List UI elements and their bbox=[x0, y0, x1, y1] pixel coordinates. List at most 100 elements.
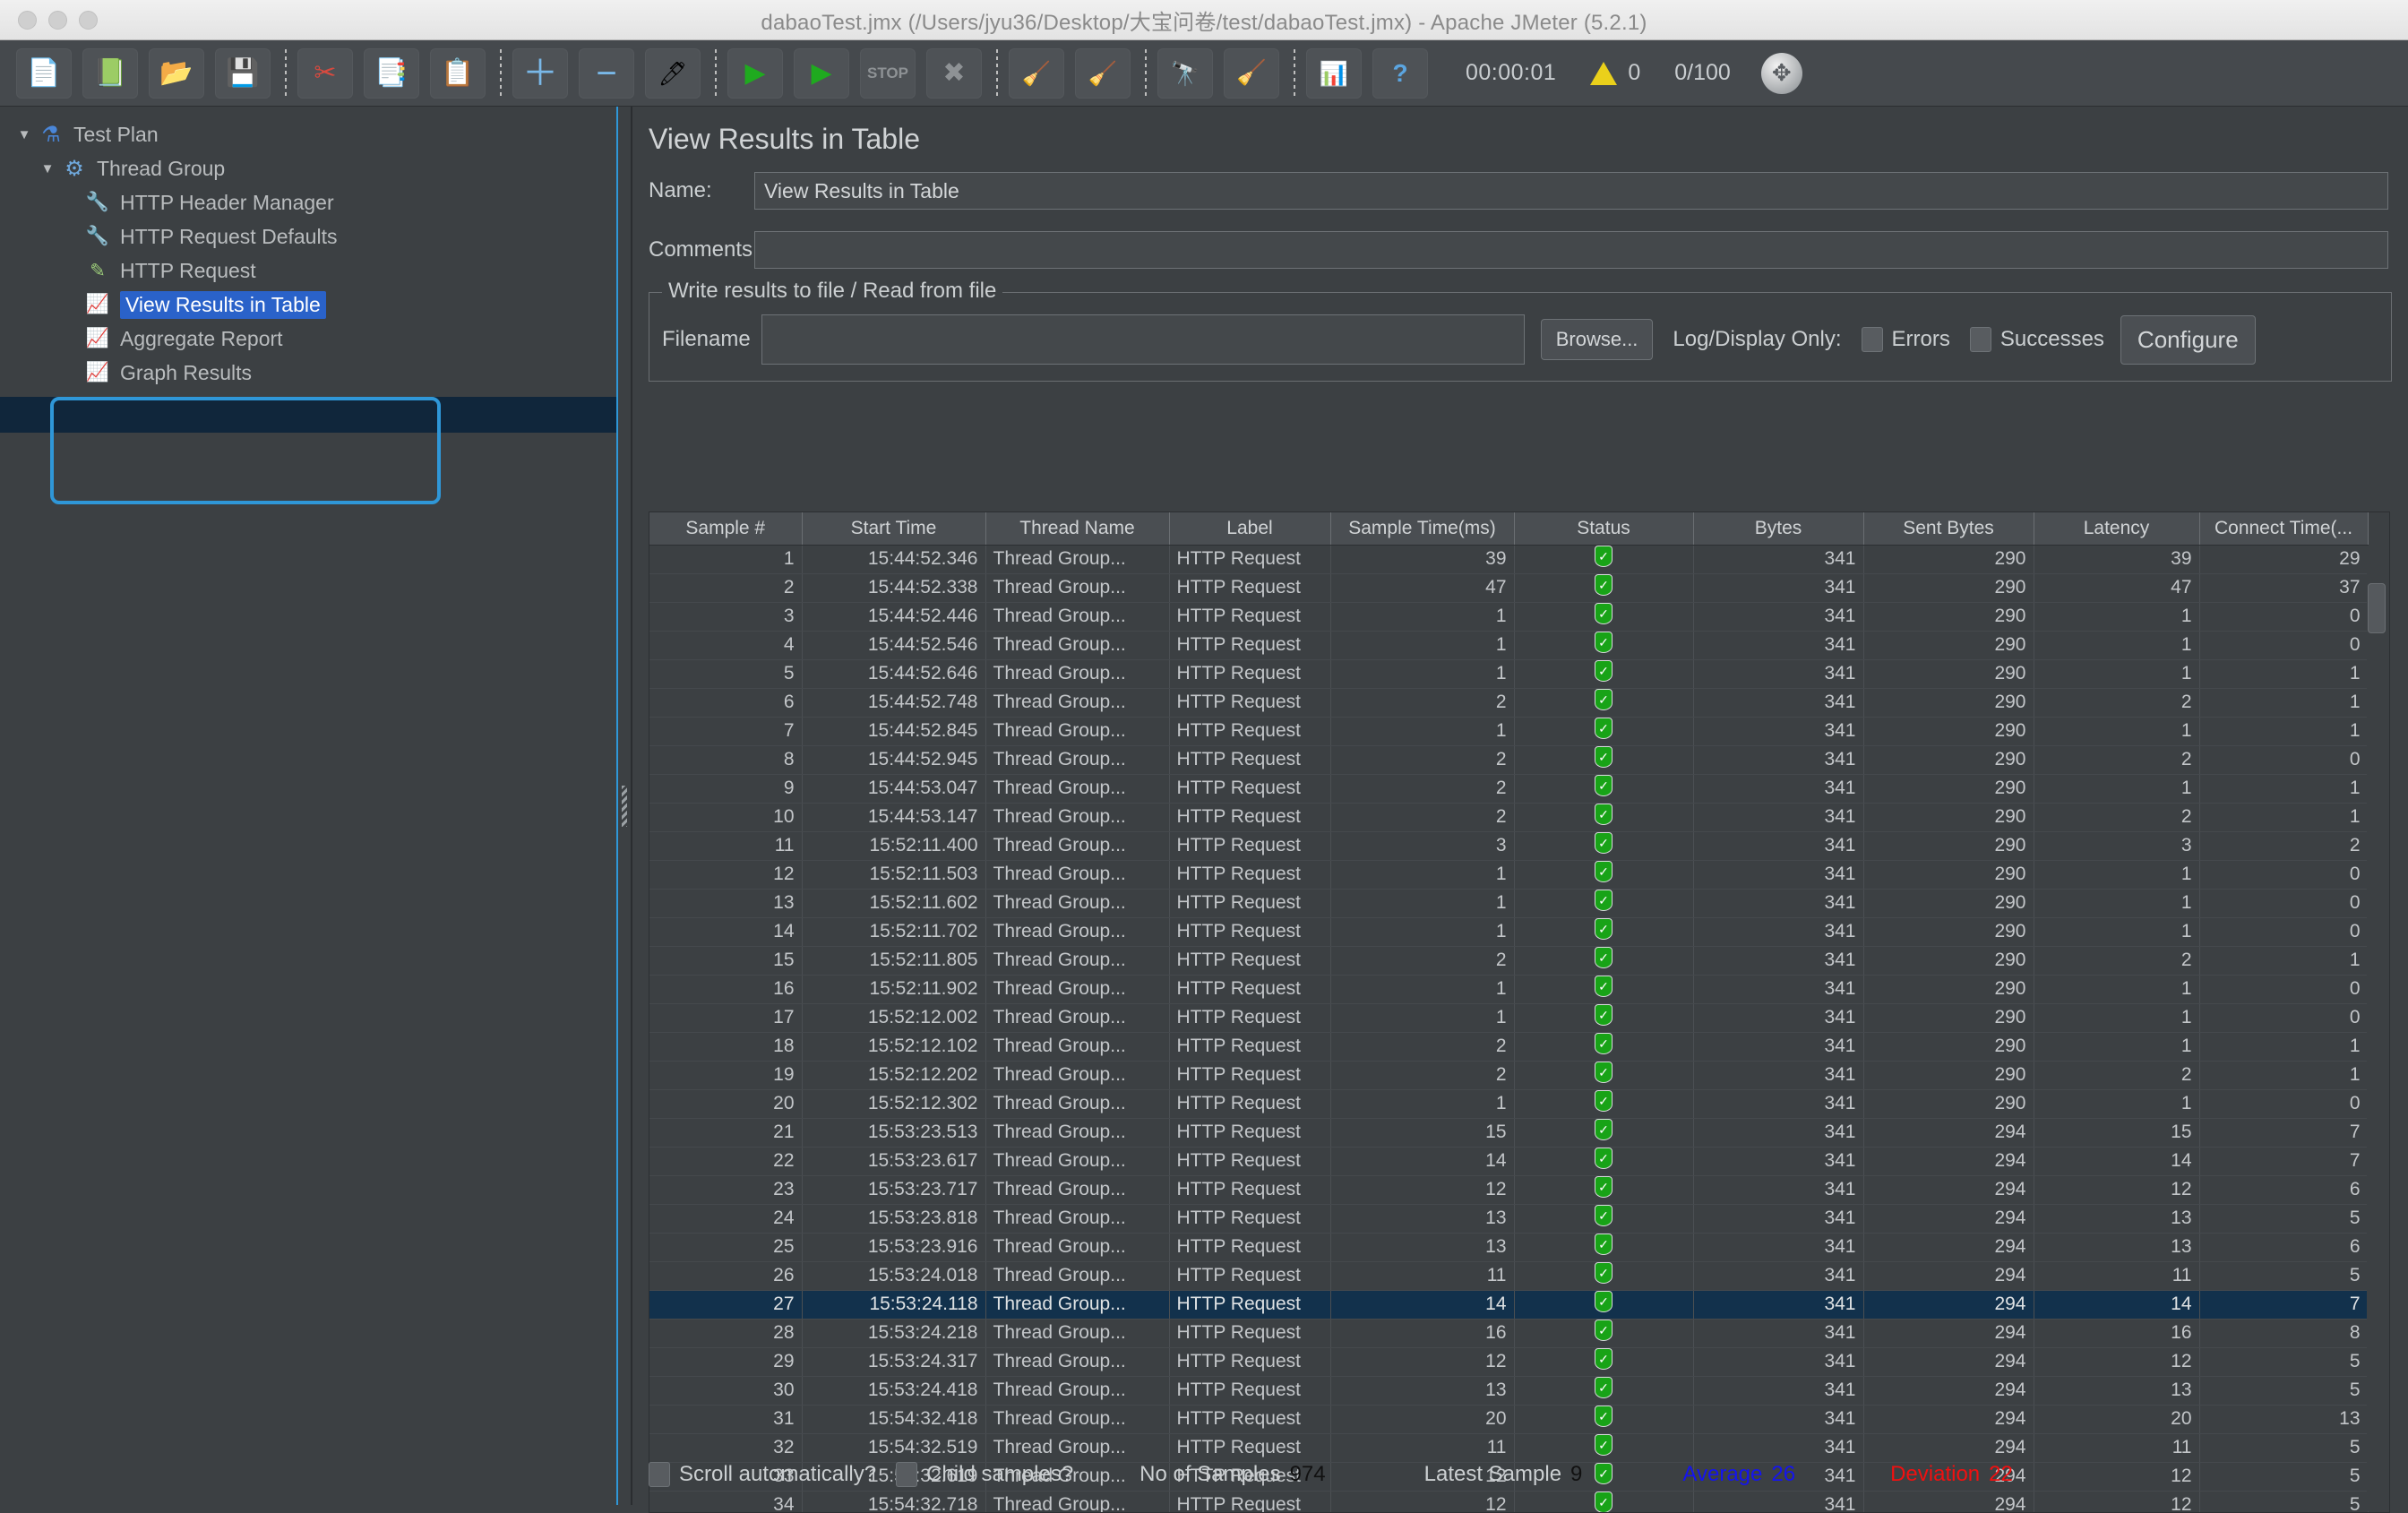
cell-label: HTTP Request bbox=[1169, 774, 1331, 804]
filename-input[interactable] bbox=[761, 314, 1525, 365]
table-row[interactable]: 20 15:52:12.302 Thread Group... HTTP Reques… bbox=[649, 1089, 2369, 1119]
tree-item-http-request-defaults[interactable]: 🔧 HTTP Request Defaults bbox=[0, 219, 616, 254]
open-button[interactable]: 📂 bbox=[149, 47, 204, 99]
results-table-scrollbar[interactable] bbox=[2367, 546, 2388, 1511]
table-row[interactable]: 24 15:53:23.818 Thread Group... HTTP Reques… bbox=[649, 1204, 2369, 1234]
comments-input[interactable] bbox=[754, 231, 2388, 269]
table-row[interactable]: 14 15:52:11.702 Thread Group... HTTP Reques… bbox=[649, 917, 2369, 947]
collapse-all-button[interactable]: − bbox=[579, 47, 634, 99]
table-row[interactable]: 13 15:52:11.602 Thread Group... HTTP Reques… bbox=[649, 889, 2369, 918]
tree-item-test-plan[interactable]: ▼ ⚗ Test Plan bbox=[0, 117, 616, 151]
tree-item-http-header-manager[interactable]: 🔧 HTTP Header Manager bbox=[0, 185, 616, 219]
expand-all-button[interactable]: ＋ bbox=[512, 47, 568, 99]
no-of-samples-value: 974 bbox=[1289, 1462, 1326, 1486]
new-test-plan-button[interactable]: 📄 bbox=[16, 47, 72, 99]
errors-checkbox[interactable] bbox=[1861, 327, 1883, 352]
minimize-window-button[interactable] bbox=[48, 10, 67, 30]
clear-button[interactable]: 🧹 bbox=[1009, 47, 1064, 99]
tree-item-thread-group[interactable]: ▼ ⚙ Thread Group bbox=[0, 151, 616, 185]
cut-button[interactable]: ✂ bbox=[297, 47, 353, 99]
maximize-window-button[interactable] bbox=[79, 10, 98, 30]
table-row[interactable]: 12 15:52:11.503 Thread Group... HTTP Reques… bbox=[649, 860, 2369, 890]
table-row[interactable]: 3 15:44:52.446 Thread Group... HTTP Request… bbox=[649, 602, 2369, 632]
column-header-connect-time[interactable]: Connect Time(... bbox=[2199, 512, 2369, 546]
table-row[interactable]: 9 15:44:53.047 Thread Group... HTTP Request… bbox=[649, 774, 2369, 804]
table-row[interactable]: 4 15:44:52.546 Thread Group... HTTP Request… bbox=[649, 631, 2369, 660]
table-row[interactable]: 5 15:44:52.646 Thread Group... HTTP Request… bbox=[649, 659, 2369, 689]
column-header-bytes[interactable]: Bytes bbox=[1693, 512, 1864, 546]
table-row[interactable]: 11 15:52:11.400 Thread Group... HTTP Reques… bbox=[649, 831, 2369, 861]
save-button[interactable]: 💾 bbox=[215, 47, 271, 99]
tree-item-view-results-in-table[interactable]: 📈 View Results in Table bbox=[0, 288, 616, 322]
results-table-container[interactable]: Sample # Start Time Thread Name Label Sa… bbox=[649, 511, 2390, 1513]
clear-all-button[interactable]: 🧹 bbox=[1075, 47, 1131, 99]
scroll-automatically-checkbox[interactable] bbox=[649, 1462, 670, 1487]
configure-button[interactable]: Configure bbox=[2120, 314, 2256, 365]
column-header-sent-bytes[interactable]: Sent Bytes bbox=[1863, 512, 2034, 546]
table-row[interactable]: 22 15:53:23.617 Thread Group... HTTP Reques… bbox=[649, 1147, 2369, 1176]
tree-item-http-request[interactable]: ✎ HTTP Request bbox=[0, 254, 616, 288]
warning-triangle-icon[interactable] bbox=[1590, 61, 1618, 85]
name-input[interactable]: View Results in Table bbox=[754, 172, 2388, 210]
cell-thread-name: Thread Group... bbox=[985, 1147, 1170, 1176]
browse-button[interactable]: Browse... bbox=[1540, 319, 1654, 360]
start-button[interactable]: ▶ bbox=[727, 47, 783, 99]
panel-splitter[interactable] bbox=[618, 107, 631, 1505]
table-row[interactable]: 30 15:53:24.418 Thread Group... HTTP Reques… bbox=[649, 1376, 2369, 1406]
table-row[interactable]: 2 15:44:52.338 Thread Group... HTTP Request… bbox=[649, 573, 2369, 603]
column-header-status[interactable]: Status bbox=[1514, 512, 1694, 546]
tree-item-graph-results[interactable]: 📈 Graph Results bbox=[0, 356, 616, 390]
tree-item-aggregate-report[interactable]: 📈 Aggregate Report bbox=[0, 322, 616, 356]
start-no-pauses-button[interactable]: ▶ bbox=[794, 47, 849, 99]
cell-status bbox=[1514, 717, 1694, 746]
new-document-icon: 📄 bbox=[27, 57, 61, 88]
table-row[interactable]: 18 15:52:12.102 Thread Group... HTTP Reques… bbox=[649, 1032, 2369, 1062]
table-row[interactable]: 1 15:44:52.346 Thread Group... HTTP Request… bbox=[649, 545, 2369, 574]
close-window-button[interactable] bbox=[18, 10, 37, 30]
tree-expand-toggle-icon[interactable]: ▼ bbox=[13, 127, 36, 142]
remote-engine-icon[interactable]: ✥ bbox=[1760, 52, 1802, 94]
column-header-start-time[interactable]: Start Time bbox=[802, 512, 986, 546]
column-header-latency[interactable]: Latency bbox=[2034, 512, 2200, 546]
cell-sent-bytes: 294 bbox=[1863, 1405, 2034, 1434]
column-header-sample-number[interactable]: Sample # bbox=[649, 512, 803, 546]
table-row[interactable]: 15 15:52:11.805 Thread Group... HTTP Reques… bbox=[649, 946, 2369, 976]
column-header-sample-time[interactable]: Sample Time(ms) bbox=[1330, 512, 1515, 546]
table-row[interactable]: 23 15:53:23.717 Thread Group... HTTP Reques… bbox=[649, 1175, 2369, 1205]
cell-bytes: 341 bbox=[1693, 573, 1864, 603]
table-row[interactable]: 28 15:53:24.218 Thread Group... HTTP Reques… bbox=[649, 1319, 2369, 1348]
window-controls[interactable] bbox=[18, 10, 98, 30]
help-button[interactable]: ? bbox=[1372, 47, 1428, 99]
column-header-thread-name[interactable]: Thread Name bbox=[985, 512, 1170, 546]
table-row[interactable]: 19 15:52:12.202 Thread Group... HTTP Reques… bbox=[649, 1061, 2369, 1090]
table-row[interactable]: 27 15:53:24.118 Thread Group... HTTP Reques… bbox=[649, 1290, 2369, 1320]
stop-button[interactable]: STOP bbox=[860, 47, 916, 99]
table-row[interactable]: 6 15:44:52.748 Thread Group... HTTP Request… bbox=[649, 688, 2369, 718]
toggle-button[interactable]: 🖊 bbox=[645, 47, 701, 99]
table-row[interactable]: 8 15:44:52.945 Thread Group... HTTP Request… bbox=[649, 745, 2369, 775]
table-row[interactable]: 16 15:52:11.902 Thread Group... HTTP Reques… bbox=[649, 975, 2369, 1004]
cell-bytes: 341 bbox=[1693, 1290, 1864, 1320]
table-row[interactable]: 17 15:52:12.002 Thread Group... HTTP Reques… bbox=[649, 1003, 2369, 1033]
table-row[interactable]: 25 15:53:23.916 Thread Group... HTTP Reques… bbox=[649, 1233, 2369, 1262]
table-row[interactable]: 29 15:53:24.317 Thread Group... HTTP Reques… bbox=[649, 1347, 2369, 1377]
table-row[interactable]: 21 15:53:23.513 Thread Group... HTTP Reques… bbox=[649, 1118, 2369, 1148]
status-success-icon bbox=[1595, 1291, 1612, 1312]
column-header-label[interactable]: Label bbox=[1169, 512, 1331, 546]
results-table-scrollbar-thumb[interactable] bbox=[2368, 583, 2386, 633]
child-samples-checkbox[interactable] bbox=[896, 1462, 918, 1487]
test-plan-tree[interactable]: ▼ ⚗ Test Plan ▼ ⚙ Thread Group 🔧 HTTP Header Ma… bbox=[0, 107, 618, 1505]
table-row[interactable]: 26 15:53:24.018 Thread Group... HTTP Reques… bbox=[649, 1261, 2369, 1291]
paste-button[interactable]: 📋 bbox=[430, 47, 486, 99]
successes-checkbox[interactable] bbox=[1969, 327, 1991, 352]
table-row[interactable]: 31 15:54:32.418 Thread Group... HTTP Reques… bbox=[649, 1405, 2369, 1434]
search-button[interactable]: 🔭 bbox=[1157, 47, 1213, 99]
shutdown-button[interactable]: ✖ bbox=[926, 47, 982, 99]
reset-search-button[interactable]: 🧹 bbox=[1224, 47, 1279, 99]
copy-button[interactable]: 📑 bbox=[364, 47, 419, 99]
function-helper-button[interactable]: 📊 bbox=[1306, 47, 1362, 99]
table-row[interactable]: 10 15:44:53.147 Thread Group... HTTP Reques… bbox=[649, 803, 2369, 832]
templates-button[interactable]: 📗 bbox=[82, 47, 138, 99]
table-row[interactable]: 7 15:44:52.845 Thread Group... HTTP Request… bbox=[649, 717, 2369, 746]
tree-expand-toggle-icon[interactable]: ▼ bbox=[36, 161, 59, 176]
